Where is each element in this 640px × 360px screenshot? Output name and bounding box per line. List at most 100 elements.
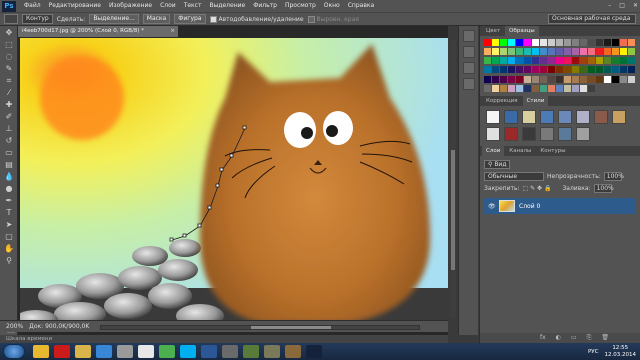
color-swatch[interactable] [628, 48, 635, 56]
color-swatch[interactable] [492, 84, 499, 92]
color-swatch[interactable] [556, 84, 563, 92]
visibility-eye-icon[interactable]: 👁 [488, 203, 496, 210]
color-swatch[interactable] [508, 66, 515, 74]
color-swatch[interactable] [596, 39, 603, 46]
color-swatch[interactable] [524, 66, 531, 74]
photoshop-icon[interactable] [306, 345, 322, 358]
menu-edit[interactable]: Редактирование [45, 0, 105, 12]
color-swatch[interactable] [564, 75, 571, 83]
shape-tool-icon[interactable]: ▢ [3, 231, 15, 242]
lasso-tool-icon[interactable]: ◌ [3, 51, 15, 62]
explorer-icon[interactable] [75, 345, 91, 358]
color-swatch[interactable] [620, 57, 627, 65]
stamp-tool-icon[interactable]: ⊥ [3, 123, 15, 134]
color-swatch[interactable] [596, 57, 603, 65]
tab-styles[interactable]: Стили [522, 96, 549, 106]
auto-add-checkbox[interactable] [209, 15, 217, 23]
opera-icon[interactable] [54, 345, 70, 358]
type-tool-icon[interactable]: T [3, 207, 15, 218]
selection-button[interactable]: Выделение... [89, 14, 139, 24]
timeline-panel[interactable]: Шкала времени [0, 335, 448, 343]
style-icon[interactable] [522, 110, 536, 124]
color-swatch[interactable] [612, 75, 619, 83]
color-swatch[interactable] [484, 75, 491, 83]
marquee-tool-icon[interactable]: ⬚ [3, 39, 15, 50]
color-swatch[interactable] [564, 57, 571, 65]
color-swatch[interactable] [572, 84, 579, 92]
color-swatch[interactable] [572, 39, 579, 46]
color-swatch[interactable] [572, 66, 579, 74]
color-swatch[interactable] [556, 57, 563, 65]
menu-select[interactable]: Выделение [205, 0, 249, 12]
color-swatch[interactable] [628, 39, 635, 46]
color-swatch[interactable] [580, 48, 587, 56]
color-swatch[interactable] [524, 39, 531, 46]
color-swatch[interactable] [508, 39, 515, 46]
menu-image[interactable]: Изображение [105, 0, 156, 12]
brush-panel-icon[interactable] [463, 62, 475, 74]
fill-input[interactable]: 100% [593, 183, 614, 193]
workspace-select[interactable]: Основная рабочая среда [548, 14, 636, 24]
color-swatch[interactable] [540, 84, 547, 92]
style-icon[interactable] [558, 127, 572, 141]
fx-icon[interactable]: fx [540, 333, 546, 343]
color-swatch[interactable] [532, 66, 539, 74]
chrome2-icon[interactable] [159, 345, 175, 358]
color-swatch[interactable] [612, 48, 619, 56]
close-tab-icon[interactable]: × [170, 26, 175, 37]
zoom-tool-icon[interactable]: ⚲ [3, 255, 15, 266]
eraser-tool-icon[interactable]: ▭ [3, 147, 15, 158]
color-swatch[interactable] [532, 84, 539, 92]
color-swatch[interactable] [492, 75, 499, 83]
color-swatch[interactable] [532, 57, 539, 65]
word-icon[interactable] [201, 345, 217, 358]
color-swatch[interactable] [508, 75, 515, 83]
color-swatch[interactable] [604, 66, 611, 74]
pen-tool-icon[interactable]: ✒ [3, 195, 15, 206]
style-icon[interactable] [540, 110, 554, 124]
color-swatch[interactable] [588, 48, 595, 56]
doc-size[interactable]: Док: 900,0K/900,0K [29, 323, 89, 330]
color-swatch[interactable] [588, 39, 595, 46]
color-swatch[interactable] [556, 39, 563, 46]
tab-swatches[interactable]: Образцы [505, 26, 539, 36]
color-swatch[interactable] [548, 48, 555, 56]
color-swatch[interactable] [516, 48, 523, 56]
path-select-tool-icon[interactable]: ➤ [3, 219, 15, 230]
color-swatch[interactable] [508, 57, 515, 65]
history-brush-tool-icon[interactable]: ↺ [3, 135, 15, 146]
skype-icon[interactable] [180, 345, 196, 358]
color-swatch[interactable] [620, 66, 627, 74]
color-swatch[interactable] [564, 66, 571, 74]
color-swatch[interactable] [548, 57, 555, 65]
color-swatch[interactable] [580, 66, 587, 74]
language-indicator[interactable]: РУС [588, 349, 599, 355]
zoom-level[interactable]: 200% [6, 323, 23, 330]
color-swatch[interactable] [580, 75, 587, 83]
crop-tool-icon[interactable]: ⌗ [3, 75, 15, 86]
brush-tool-icon[interactable]: ✐ [3, 111, 15, 122]
color-swatch[interactable] [492, 66, 499, 74]
color-swatch[interactable] [548, 39, 555, 46]
color-swatch[interactable] [596, 48, 603, 56]
clock[interactable]: 12:55 12.03.2014 [605, 345, 637, 359]
style-icon[interactable] [486, 127, 500, 141]
image-canvas[interactable] [20, 38, 448, 326]
player-icon[interactable] [96, 345, 112, 358]
history-panel-icon[interactable] [463, 30, 475, 42]
color-swatch[interactable] [500, 66, 507, 74]
color-swatch[interactable] [556, 75, 563, 83]
color-swatch[interactable] [524, 75, 531, 83]
properties-panel-icon[interactable] [463, 46, 475, 58]
color-swatch[interactable] [588, 75, 595, 83]
color-swatch[interactable] [524, 48, 531, 56]
color-swatch[interactable] [484, 39, 491, 46]
color-swatch[interactable] [516, 84, 523, 92]
tab-adjustments[interactable]: Коррекция [482, 96, 522, 106]
color-swatch[interactable] [556, 66, 563, 74]
blend-mode-select[interactable]: Обычные [484, 171, 544, 181]
menu-view[interactable]: Просмотр [281, 0, 320, 12]
shape-button[interactable]: Фигура [174, 14, 206, 24]
chrome-icon[interactable] [33, 345, 49, 358]
blur-tool-icon[interactable]: 💧 [3, 171, 15, 182]
